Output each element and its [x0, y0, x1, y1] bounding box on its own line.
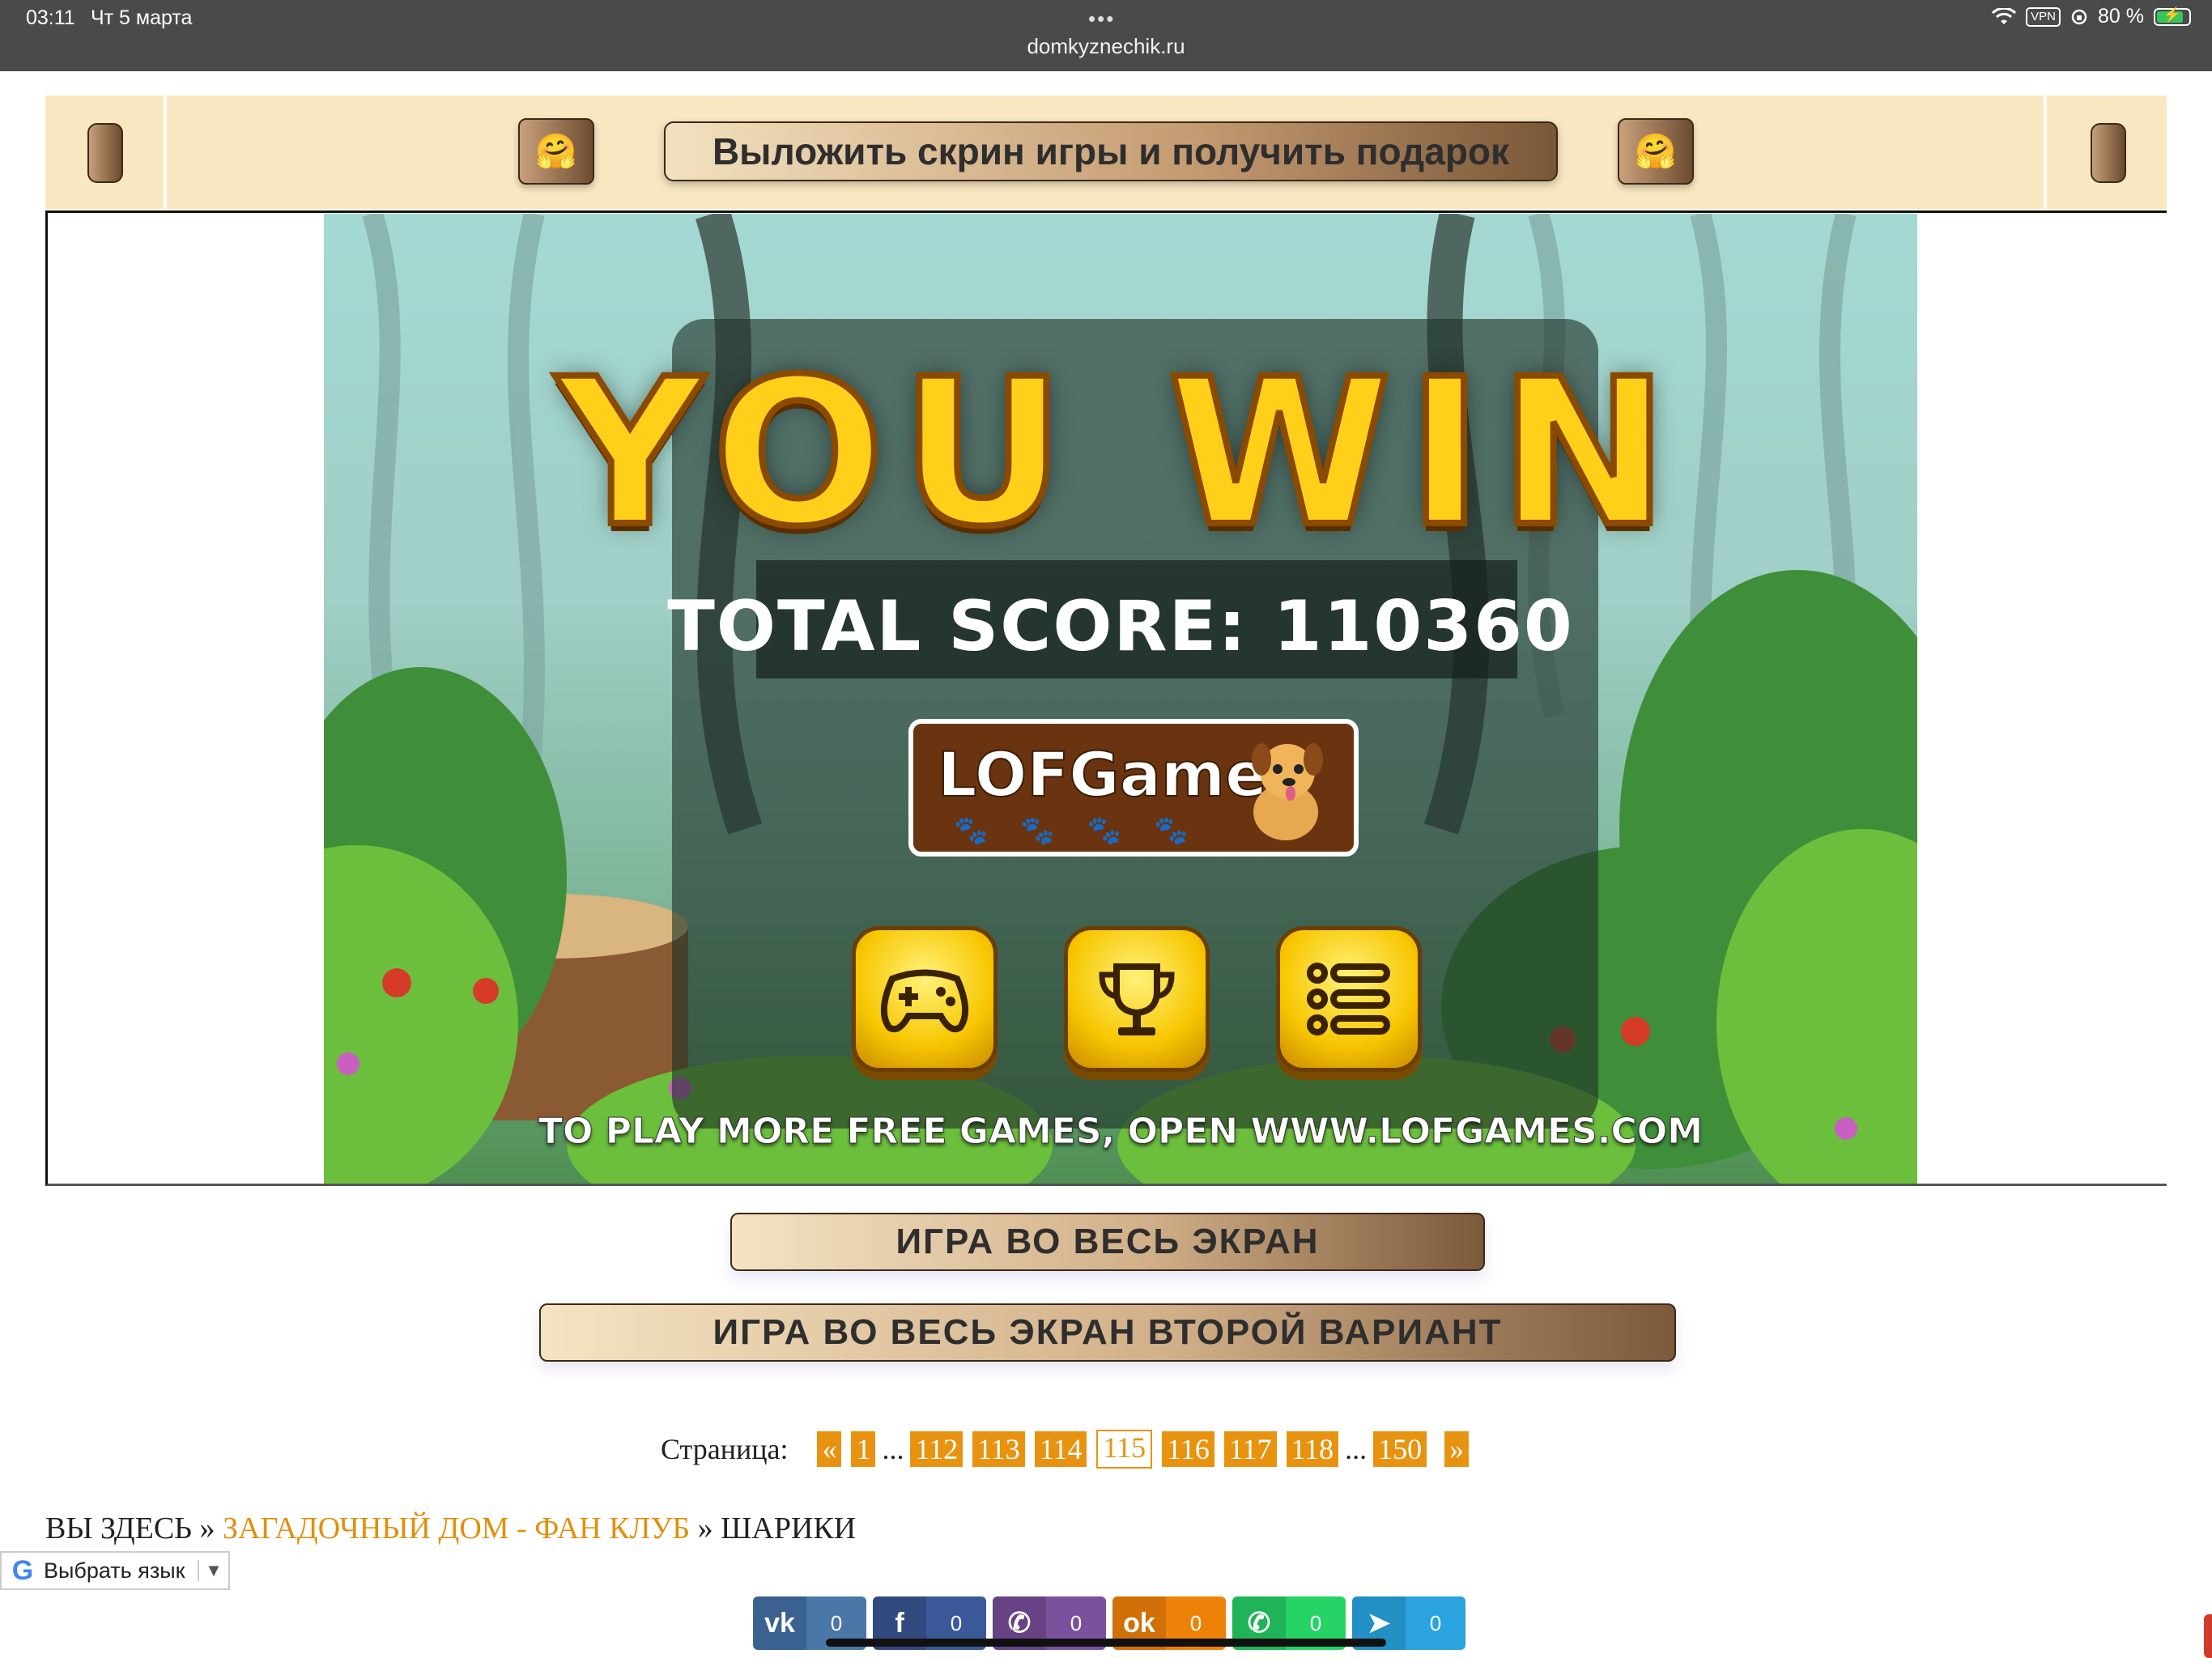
- page-prev[interactable]: «: [817, 1431, 842, 1467]
- breadcrumb-link[interactable]: ЗАГАДОЧНЫЙ ДОМ - ФАН КЛУБ: [223, 1511, 690, 1545]
- play-more-button[interactable]: [852, 926, 998, 1072]
- menu-list-icon: [1307, 963, 1390, 1035]
- language-selector[interactable]: G Выбрать язык ▼: [0, 1551, 230, 1590]
- hug-emoji-button[interactable]: 🤗: [1618, 118, 1694, 185]
- fullscreen-button[interactable]: ИГРА ВО ВЕСЬ ЭКРАН: [730, 1213, 1485, 1271]
- pagination: Страница: « 1 ... 112 113 114 115 116 11…: [661, 1430, 1474, 1469]
- hug-emoji-button[interactable]: 🤗: [518, 118, 594, 185]
- lofgames-promo-text[interactable]: TO PLAY MORE FREE GAMES, OPEN WWW.LOFGAM…: [324, 1111, 1917, 1153]
- breadcrumb: ВЫ ЗДЕСЬ » ЗАГАДОЧНЫЙ ДОМ - ФАН КЛУБ » Ш…: [45, 1511, 856, 1546]
- trophy-icon: [1099, 963, 1175, 1035]
- banner-divider: [164, 96, 167, 209]
- page-link[interactable]: 113: [972, 1431, 1025, 1467]
- battery-percent: 80 %: [2098, 5, 2144, 28]
- orientation-lock-icon: [2071, 9, 2087, 24]
- share-count: 0: [1406, 1596, 1465, 1650]
- page-ellipsis: ...: [1345, 1433, 1368, 1465]
- page-link[interactable]: 1: [851, 1431, 876, 1467]
- page-link[interactable]: 114: [1034, 1431, 1087, 1467]
- fullscreen-alt-button[interactable]: ИГРА ВО ВЕСЬ ЭКРАН ВТОРОЙ ВАРИАНТ: [539, 1303, 1676, 1362]
- status-indicators: VPN 80 % ⚡: [1992, 5, 2191, 28]
- upload-screenshot-button[interactable]: Выложить скрин игры и получить подарок: [664, 121, 1558, 181]
- paw-prints: 🐾🐾🐾🐾: [954, 815, 1221, 846]
- promo-banner: 🤗 Выложить скрин игры и получить подарок…: [45, 96, 2167, 209]
- page-link[interactable]: 118: [1286, 1431, 1339, 1467]
- breadcrumb-current: ШАРИКИ: [721, 1511, 857, 1545]
- vpn-badge: VPN: [2026, 6, 2061, 27]
- battery-icon: ⚡: [2154, 6, 2191, 26]
- breadcrumb-separator: »: [199, 1511, 215, 1545]
- breadcrumb-prefix: ВЫ ЗДЕСЬ: [45, 1511, 193, 1545]
- google-icon: G: [11, 1554, 34, 1586]
- menu-button[interactable]: [1276, 926, 1422, 1072]
- page-link[interactable]: 150: [1373, 1431, 1427, 1467]
- banner-next-handle[interactable]: [2091, 123, 2126, 183]
- status-bar: 03:11 Чт 5 марта ••• domkyznechik.ru VPN…: [0, 0, 2212, 71]
- page-link[interactable]: 112: [910, 1431, 963, 1467]
- page-current: 115: [1096, 1430, 1153, 1469]
- banner-divider: [2044, 96, 2047, 209]
- dropdown-arrow-icon: ▼: [198, 1560, 228, 1581]
- tab-options-icon[interactable]: •••: [1088, 6, 1115, 32]
- leaderboard-button[interactable]: [1064, 926, 1210, 1072]
- banner-prev-handle[interactable]: [87, 123, 123, 183]
- you-win-title: YOU WIN: [554, 332, 1685, 574]
- page-ellipsis: ...: [882, 1433, 904, 1465]
- breadcrumb-separator: »: [697, 1511, 713, 1545]
- dog-mascot-icon: [1252, 743, 1323, 840]
- status-time: 03:11: [26, 6, 75, 29]
- status-date: Чт 5 марта: [91, 6, 193, 29]
- side-widget-tab[interactable]: [2204, 1614, 2212, 1658]
- pagination-label: Страница:: [661, 1433, 789, 1465]
- page-next[interactable]: »: [1444, 1431, 1470, 1467]
- page-link[interactable]: 116: [1162, 1431, 1214, 1467]
- wifi-icon: [1992, 7, 2017, 24]
- game-canvas[interactable]: YOU WIN TOTAL SCORE: 110360 LOFGames 🐾🐾🐾…: [324, 214, 1917, 1184]
- home-indicator: [826, 1639, 1386, 1647]
- vk-icon: vk: [753, 1596, 806, 1650]
- page-link[interactable]: 117: [1223, 1431, 1277, 1467]
- total-score: TOTAL SCORE: 110360: [667, 586, 1574, 667]
- address-url[interactable]: domkyznechik.ru: [0, 34, 2212, 59]
- language-selector-label: Выбрать язык: [44, 1558, 185, 1583]
- gamepad-icon: [880, 969, 969, 1033]
- lofgames-logo[interactable]: LOFGames 🐾🐾🐾🐾: [908, 719, 1359, 857]
